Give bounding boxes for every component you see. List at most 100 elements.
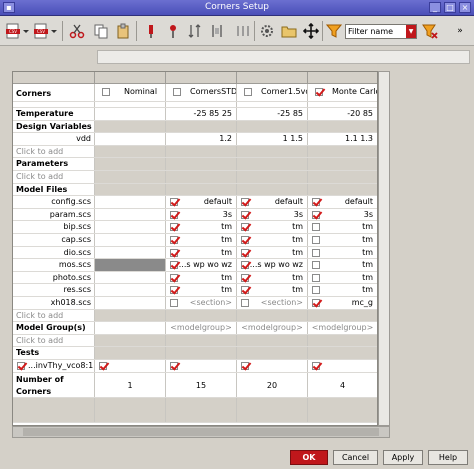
model-file-checkbox[interactable] [170, 298, 178, 307]
model-file-section[interactable]: default [204, 196, 232, 208]
click-to-add-model-file[interactable]: Click to add [13, 310, 94, 322]
model-file-checkbox[interactable] [312, 273, 320, 282]
clip-icon[interactable] [208, 22, 226, 40]
help-button[interactable]: Help [428, 450, 468, 465]
tag-icon[interactable] [164, 22, 182, 40]
filter-name-select[interactable]: Filter name ▼ [345, 24, 417, 39]
temperature-value[interactable]: -25 85 25 [166, 108, 236, 120]
model-file-checkbox[interactable] [312, 261, 320, 270]
model-file-section[interactable]: tm [292, 247, 303, 259]
model-file-checkbox[interactable] [312, 248, 320, 257]
paste-icon[interactable] [114, 22, 132, 40]
minimize-icon[interactable]: _ [429, 2, 441, 13]
cancel-button[interactable]: Cancel [333, 450, 378, 465]
model-file-section[interactable]: tm [362, 284, 373, 296]
model-file-section[interactable]: mc_g [352, 297, 373, 309]
horizontal-scrollbar[interactable] [12, 426, 390, 438]
vdd-value[interactable]: 1.1 1.3 [308, 133, 377, 145]
model-file-checkbox[interactable] [170, 273, 178, 282]
folder-icon[interactable] [280, 22, 298, 40]
test-corner-checkbox[interactable] [312, 361, 320, 370]
maximize-icon[interactable]: □ [444, 2, 456, 13]
model-file-checkbox[interactable] [312, 286, 320, 295]
model-file-section[interactable]: tm [362, 221, 373, 233]
align-icon[interactable] [234, 22, 252, 40]
model-file-section[interactable]: tm [362, 259, 373, 271]
model-file-section[interactable]: tm [362, 234, 373, 246]
sort-icon[interactable] [186, 22, 204, 40]
cut-icon[interactable] [68, 22, 86, 40]
model-file-checkbox[interactable] [170, 223, 178, 232]
model-file-section[interactable]: <section> [190, 297, 232, 309]
temperature-value[interactable]: -20 85 [308, 108, 377, 120]
dropdown-arrow-icon[interactable] [50, 22, 58, 40]
model-file-section[interactable]: 3s [223, 209, 232, 221]
model-file-section[interactable]: tm [221, 247, 232, 259]
model-file-checkbox[interactable] [312, 210, 320, 219]
model-file-checkbox[interactable] [170, 235, 178, 244]
model-file-checkbox[interactable] [241, 198, 249, 207]
model-file-checkbox[interactable] [170, 248, 178, 257]
pin-icon[interactable] [142, 22, 160, 40]
model-file-checkbox[interactable] [241, 273, 249, 282]
model-group-value[interactable]: <modelgroup> [308, 322, 377, 334]
overflow-icon[interactable]: » [452, 22, 468, 40]
model-file-checkbox[interactable] [241, 261, 249, 270]
scroll-thumb[interactable] [23, 428, 379, 436]
model-file-checkbox[interactable] [241, 298, 249, 307]
click-to-add-parameter[interactable]: Click to add [13, 171, 94, 183]
model-file-section[interactable]: ...s wp wo wz [250, 259, 303, 271]
corner-enable-checkbox[interactable] [315, 88, 323, 96]
model-file-checkbox[interactable] [312, 298, 320, 307]
corner-enable-checkbox[interactable] [102, 88, 110, 96]
model-file-checkbox[interactable] [241, 223, 249, 232]
model-file-section[interactable]: tm [221, 221, 232, 233]
click-to-add-model-group[interactable]: Click to add [13, 335, 94, 347]
model-file-section[interactable]: <section> [261, 297, 303, 309]
close-icon[interactable]: × [459, 2, 471, 13]
csv-save-icon[interactable]: CSV [32, 22, 50, 40]
model-file-checkbox[interactable] [241, 248, 249, 257]
csv-import-icon[interactable]: CSV [4, 22, 22, 40]
clear-filter-icon[interactable] [421, 22, 439, 40]
model-file-section[interactable]: tm [292, 234, 303, 246]
click-to-add-variable[interactable]: Click to add [13, 146, 94, 158]
model-file-checkbox[interactable] [312, 223, 320, 232]
model-file-section[interactable]: 3s [294, 209, 303, 221]
model-file-checkbox[interactable] [170, 286, 178, 295]
filter-icon[interactable] [325, 22, 343, 40]
ok-button[interactable]: OK [290, 450, 328, 465]
model-file-checkbox[interactable] [241, 210, 249, 219]
move-icon[interactable] [302, 22, 320, 40]
model-file-checkbox[interactable] [170, 261, 178, 270]
apply-button[interactable]: Apply [383, 450, 423, 465]
settings-icon[interactable] [258, 22, 276, 40]
model-file-checkbox[interactable] [241, 235, 249, 244]
model-file-section[interactable]: tm [362, 272, 373, 284]
model-file-section[interactable]: tm [221, 284, 232, 296]
model-group-value[interactable]: <modelgroup> [237, 322, 307, 334]
test-corner-checkbox[interactable] [241, 361, 249, 370]
test-corner-checkbox[interactable] [170, 361, 178, 370]
model-file-checkbox[interactable] [312, 198, 320, 207]
model-file-checkbox[interactable] [170, 198, 178, 207]
test-enable-checkbox[interactable] [17, 361, 25, 370]
model-file-section[interactable]: tm [221, 272, 232, 284]
model-file-section[interactable]: tm [292, 272, 303, 284]
corner-enable-checkbox[interactable] [244, 88, 252, 96]
model-file-section[interactable]: 3s [364, 209, 373, 221]
model-file-section[interactable]: tm [362, 247, 373, 259]
model-group-value[interactable]: <modelgroup> [166, 322, 236, 334]
copy-icon[interactable] [92, 22, 110, 40]
model-file-section[interactable]: tm [292, 221, 303, 233]
model-file-checkbox[interactable] [312, 235, 320, 244]
corner-enable-checkbox[interactable] [173, 88, 181, 96]
dropdown-arrow-icon[interactable] [22, 22, 30, 40]
model-file-section[interactable]: default [275, 196, 303, 208]
model-file-section[interactable]: tm [221, 234, 232, 246]
model-file-section[interactable]: default [345, 196, 373, 208]
vertical-scrollbar[interactable] [378, 71, 390, 426]
model-file-section[interactable]: ...s wp wo wz [179, 259, 232, 271]
model-file-checkbox[interactable] [170, 210, 178, 219]
test-corner-checkbox[interactable] [99, 361, 107, 370]
